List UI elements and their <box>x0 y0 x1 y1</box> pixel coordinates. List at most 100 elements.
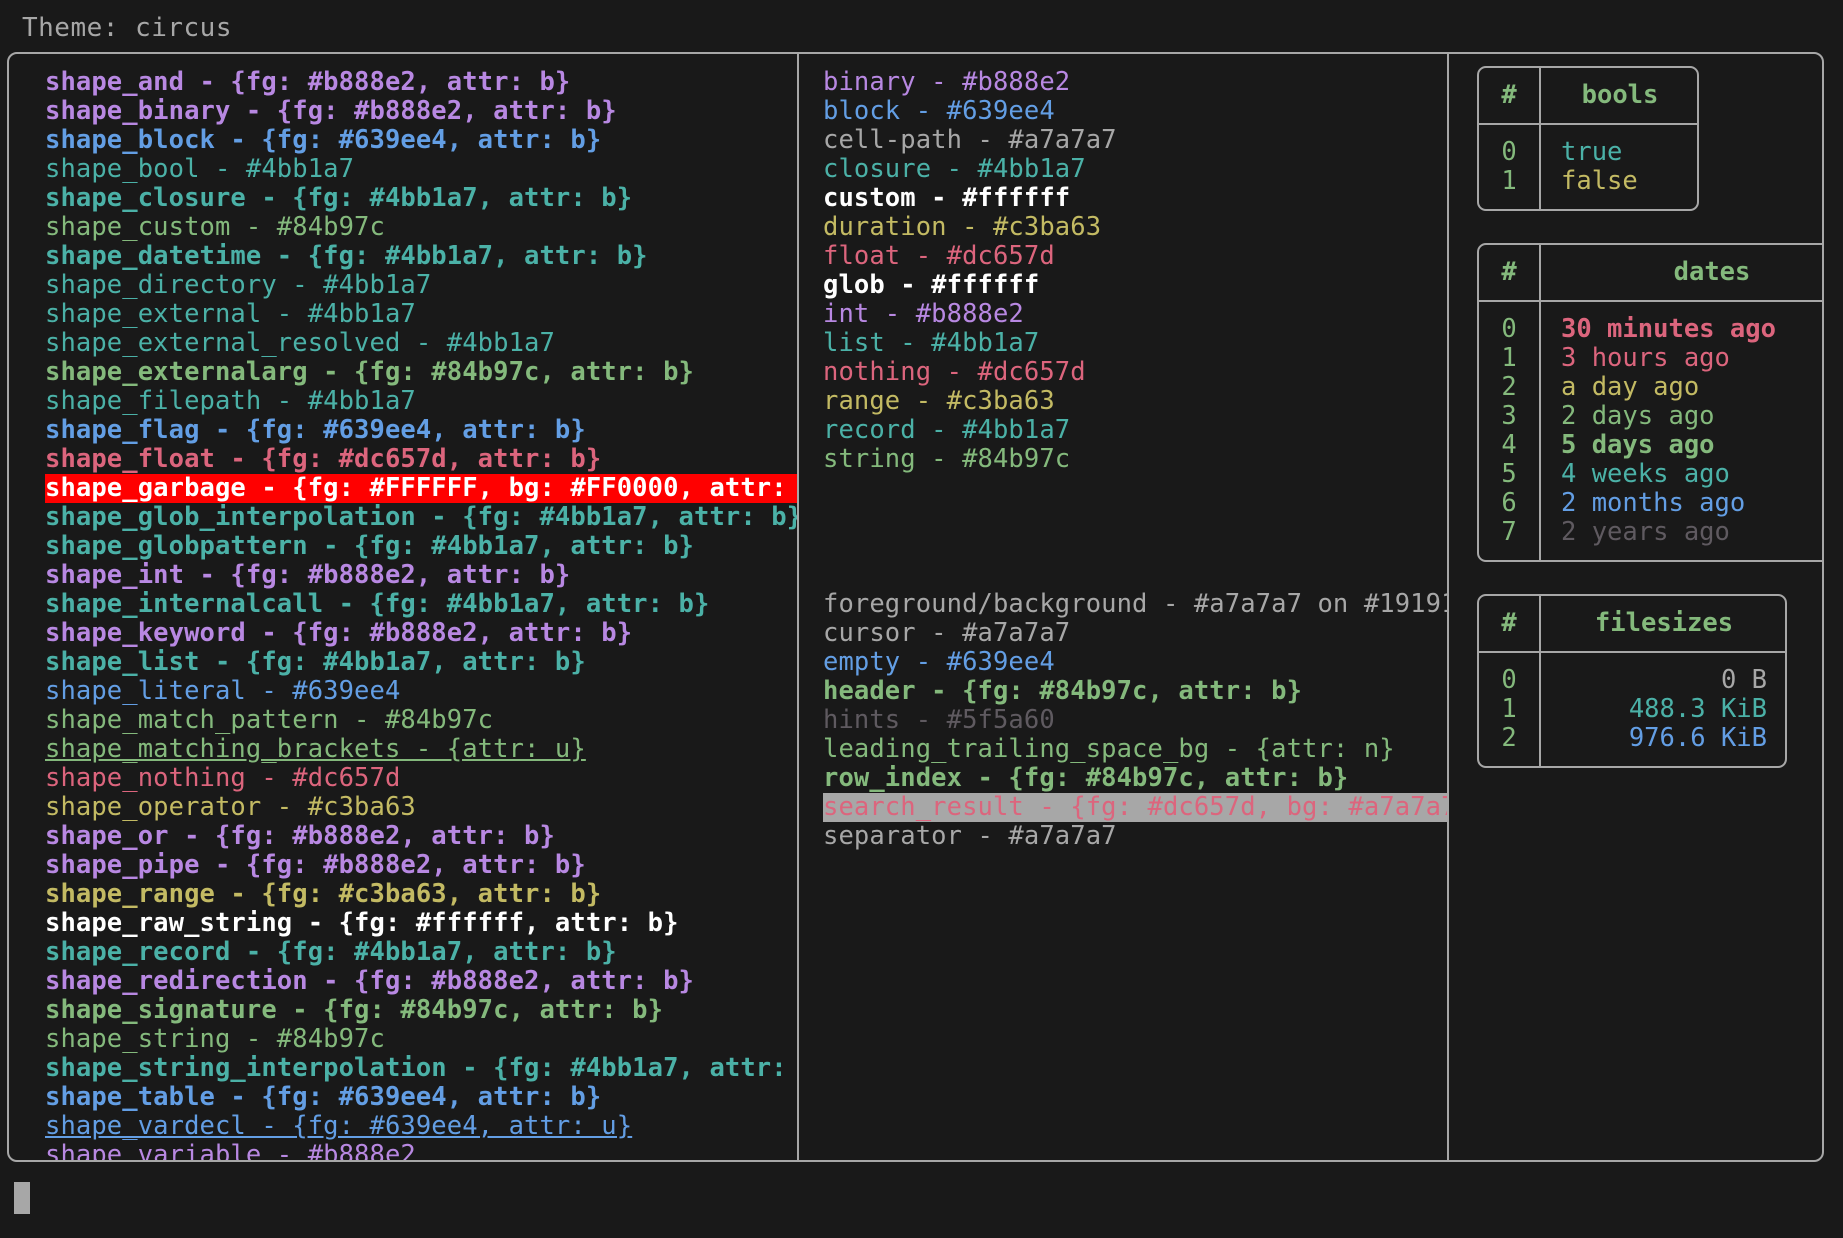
table-row: 1 488.3 KiB <box>1479 695 1785 724</box>
mid_column_top-line: int - #b888e2 <box>823 299 1024 329</box>
left_column-line: shape_closure - {fg: #4bb1a7, attr: b} <box>45 183 633 213</box>
mid_column_bottom-line: cursor - #a7a7a7 <box>823 618 1071 648</box>
row-index: 1 <box>1479 167 1541 209</box>
types-and-ui-column: binary - #b888e2 block - #639ee4 cell-path… <box>799 54 1449 1160</box>
table-header-row: # bools <box>1479 68 1697 125</box>
theme-preview-panel: shape_and - {fg: #b888e2, attr: b} shape_… <box>7 52 1824 1162</box>
terminal-cursor <box>14 1182 30 1214</box>
column-header-value: bools <box>1581 80 1659 110</box>
left_column-line: shape_filepath - #4bb1a7 <box>45 386 416 416</box>
row-value: true <box>1561 137 1623 167</box>
left_column-line: shape_or - {fg: #b888e2, attr: b} <box>45 821 555 851</box>
table-dates: # dates 0 30 minutes ago 1 3 hours ago 2 a day … <box>1477 243 1822 562</box>
table-row: 5 4 weeks ago <box>1479 460 1822 489</box>
left_column-line: shape_redirection - {fg: #b888e2, attr: … <box>45 966 694 996</box>
column-header-index: # <box>1479 245 1541 300</box>
row-value: 976.6 KiB <box>1628 723 1767 753</box>
row-index: 0 <box>1479 302 1541 344</box>
row-value: 2 days ago <box>1561 401 1715 431</box>
row-index: 0 <box>1479 653 1541 695</box>
table-body: 0 0 B 1 488.3 KiB 2 976.6 KiB <box>1479 653 1785 766</box>
mid_column_top-line: closure - #4bb1a7 <box>823 154 1086 184</box>
row-value: 5 days ago <box>1561 430 1715 460</box>
row-value: 0 B <box>1720 665 1767 695</box>
mid_column_top-line: list - #4bb1a7 <box>823 328 1040 358</box>
left_column-line: shape_matching_brackets - {attr: u} <box>45 734 586 764</box>
mid_column_bottom-line: leading_trailing_space_bg - {attr: n} <box>823 734 1395 764</box>
left_column-line: shape_record - {fg: #4bb1a7, attr: b} <box>45 937 617 967</box>
row-index: 5 <box>1479 460 1541 489</box>
mid_column_top-line: string - #84b97c <box>823 444 1071 474</box>
mid_column_top-line: record - #4bb1a7 <box>823 415 1071 445</box>
left_column-line: shape_glob_interpolation - {fg: #4bb1a7,… <box>45 502 799 532</box>
mid_column_top-line: binary - #b888e2 <box>823 67 1071 97</box>
mid_column_bottom-line: separator - #a7a7a7 <box>823 821 1117 851</box>
left_column-line: shape_external - #4bb1a7 <box>45 299 416 329</box>
table-row: 2 a day ago <box>1479 373 1822 402</box>
mid_column_top-line: cell-path - #a7a7a7 <box>823 125 1117 155</box>
left_column-line: shape_int - {fg: #b888e2, attr: b} <box>45 560 571 590</box>
row-index: 2 <box>1479 724 1541 766</box>
table-row: 1 3 hours ago <box>1479 344 1822 373</box>
row-value: 2 months ago <box>1561 488 1746 518</box>
column-header-value: dates <box>1673 257 1751 287</box>
column-header-index: # <box>1479 68 1541 123</box>
table-row: 0 30 minutes ago <box>1479 302 1822 344</box>
left_column-line: shape_globpattern - {fg: #4bb1a7, attr: … <box>45 531 694 561</box>
left_column-line: shape_table - {fg: #639ee4, attr: b} <box>45 1082 602 1112</box>
left_column-line: shape_float - {fg: #dc657d, attr: b} <box>45 444 602 474</box>
theme-label: Theme: circus <box>22 13 232 43</box>
row-index: 4 <box>1479 431 1541 460</box>
table-row: 0 true <box>1479 125 1697 167</box>
column-header-value: filesizes <box>1594 608 1734 638</box>
table-row: 3 2 days ago <box>1479 402 1822 431</box>
left_column-line: shape_custom - #84b97c <box>45 212 385 242</box>
left_column-line: shape_variable - #b888e2 <box>45 1140 416 1161</box>
row-value: 30 minutes ago <box>1561 314 1776 344</box>
table-header-row: # filesizes <box>1479 596 1785 653</box>
row-value: a day ago <box>1561 372 1700 402</box>
table-row: 7 2 years ago <box>1479 518 1822 560</box>
left_column-line: shape_string - #84b97c <box>45 1024 385 1054</box>
left_column-line: shape_block - {fg: #639ee4, attr: b} <box>45 125 602 155</box>
mid_column_bottom-line: empty - #639ee4 <box>823 647 1055 677</box>
shapes-column: shape_and - {fg: #b888e2, attr: b} shape_… <box>9 54 799 1160</box>
table-row: 1 false <box>1479 167 1697 209</box>
table-row: 6 2 months ago <box>1479 489 1822 518</box>
mid_column_top-line: glob - #ffffff <box>823 270 1040 300</box>
row-value: false <box>1561 166 1638 196</box>
mid_column_bottom-line: row_index - {fg: #84b97c, attr: b} <box>823 763 1349 793</box>
row-index: 1 <box>1479 344 1541 373</box>
left_column-line: shape_literal - #639ee4 <box>45 676 401 706</box>
left_column-line: shape_match_pattern - #84b97c <box>45 705 494 735</box>
left_column-line: shape_bool - #4bb1a7 <box>45 154 355 184</box>
left_column-line: shape_flag - {fg: #639ee4, attr: b} <box>45 415 586 445</box>
table-body: 0 30 minutes ago 1 3 hours ago 2 a day ago 3 2 … <box>1479 302 1822 560</box>
column-header-index: # <box>1479 596 1541 651</box>
left_column-line: shape_signature - {fg: #84b97c, attr: b} <box>45 995 664 1025</box>
mid_column_bottom-line: foreground/background - #a7a7a7 on #1919… <box>823 589 1449 619</box>
left_column-line: shape_internalcall - {fg: #4bb1a7, attr:… <box>45 589 710 619</box>
mid_column_bottom-line: hints - #5f5a60 <box>823 705 1055 735</box>
row-index: 1 <box>1479 695 1541 724</box>
row-index: 3 <box>1479 402 1541 431</box>
row-value: 4 weeks ago <box>1561 459 1730 489</box>
table-body: 0 true 1 false <box>1479 125 1697 209</box>
table-row: 2 976.6 KiB <box>1479 724 1785 766</box>
left_column-line: shape_string_interpolation - {fg: #4bb1a… <box>45 1053 799 1083</box>
left_column-line: shape_nothing - #dc657d <box>45 763 401 793</box>
mid_column_bottom-line: header - {fg: #84b97c, attr: b} <box>823 676 1303 706</box>
table-row: 0 0 B <box>1479 653 1785 695</box>
row-index: 6 <box>1479 489 1541 518</box>
left_column-line: shape_directory - #4bb1a7 <box>45 270 432 300</box>
row-value: 3 hours ago <box>1561 343 1730 373</box>
left_column-line: shape_range - {fg: #c3ba63, attr: b} <box>45 879 602 909</box>
mid_column_top-line: block - #639ee4 <box>823 96 1055 126</box>
mid_column_top-line: nothing - #dc657d <box>823 357 1086 387</box>
mid_column_bottom-line: search_result - {fg: #dc657d, bg: #a7a7a… <box>823 793 1447 822</box>
row-index: 0 <box>1479 125 1541 167</box>
mid_column_top-line: float - #dc657d <box>823 241 1055 271</box>
sample-tables-column: # bools 0 true 1 false # dates 0 30 minutes ago 1 3… <box>1449 54 1822 1160</box>
row-index: 7 <box>1479 518 1541 560</box>
